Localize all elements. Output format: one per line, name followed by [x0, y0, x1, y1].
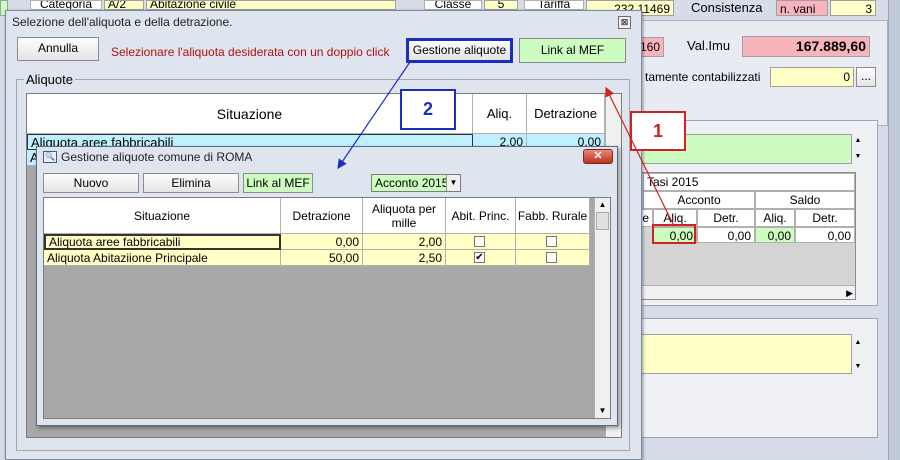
- annotation-arrows: [337, 61, 675, 227]
- arrow-2: [337, 61, 411, 169]
- arrow-1: [605, 86, 675, 227]
